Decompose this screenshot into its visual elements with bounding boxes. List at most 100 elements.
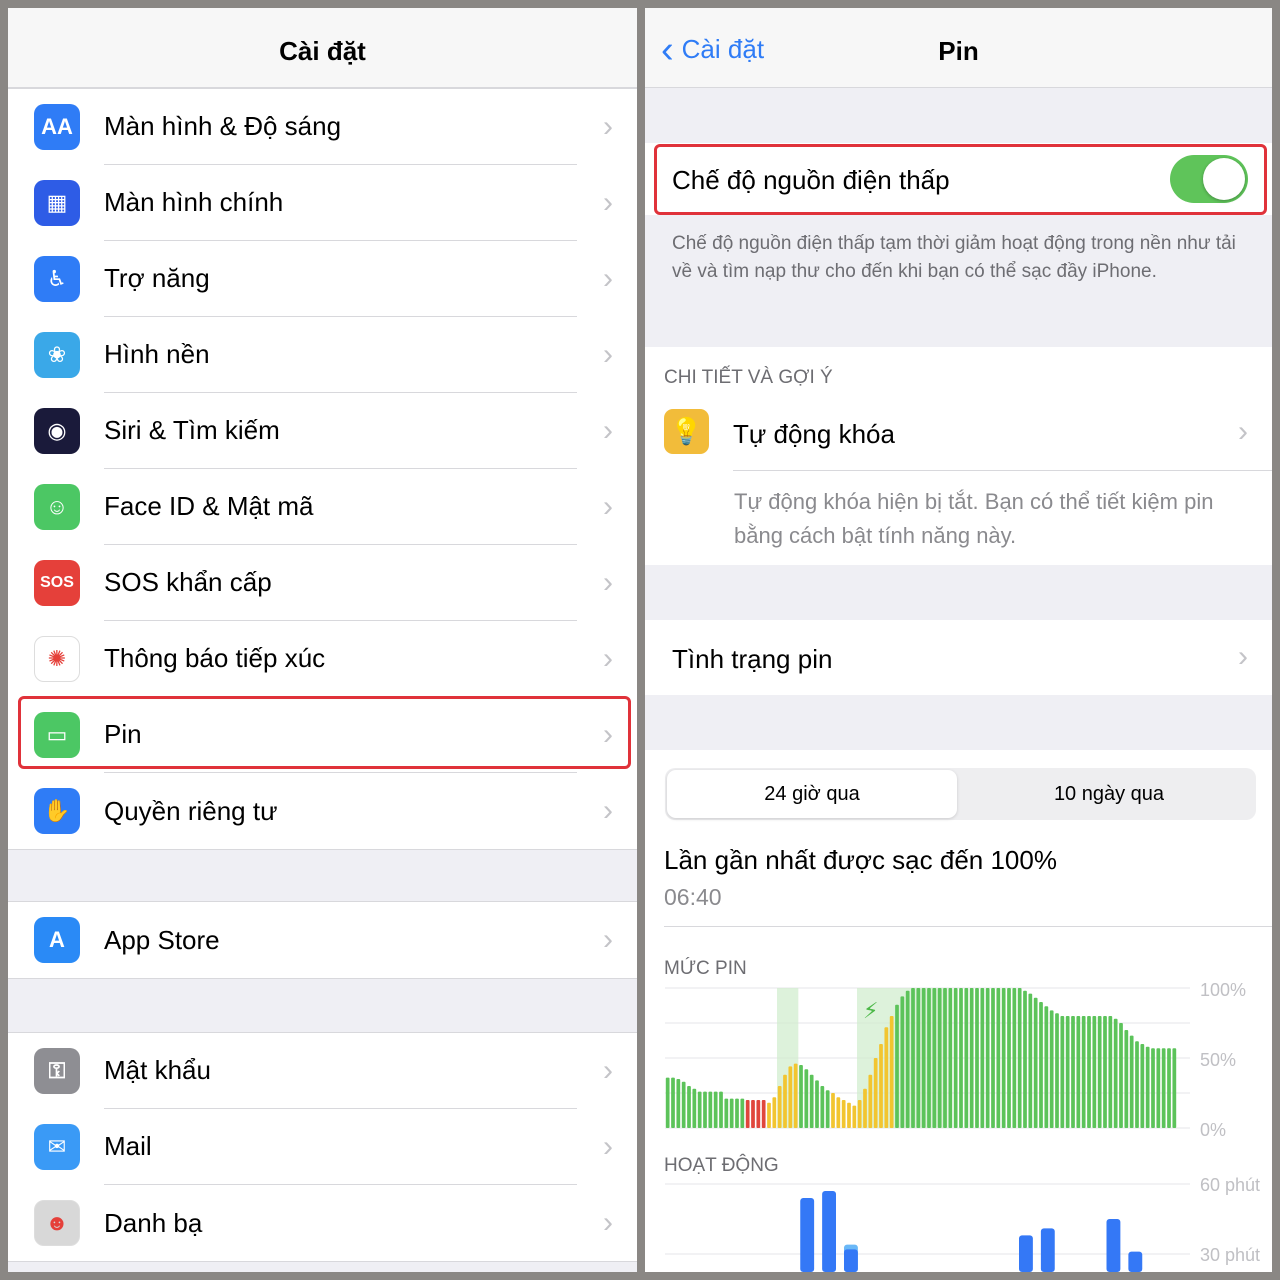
battery-bar	[713, 1091, 718, 1128]
battery-bar	[991, 988, 995, 1128]
battery-bar	[980, 988, 985, 1128]
battery-bar	[777, 1086, 782, 1128]
battery-bar	[831, 1093, 835, 1128]
battery-bar	[905, 990, 910, 1128]
activity-bar-screen-on	[822, 1191, 836, 1272]
battery-bar	[719, 1091, 723, 1128]
chevron-right-icon: ›	[603, 186, 613, 219]
battery-bar	[671, 1077, 675, 1128]
battery-bar	[804, 1069, 809, 1128]
settings-item-label: Màn hình chính	[104, 187, 284, 217]
battery-bar	[1065, 1016, 1070, 1128]
chevron-right-icon: ›	[603, 566, 613, 599]
battery-bar	[1039, 1002, 1043, 1128]
settings-item-display-brightness[interactable]: AA Màn hình & Độ sáng ›	[8, 89, 637, 165]
battery-bar	[959, 988, 963, 1128]
battery-bar	[1092, 1016, 1097, 1128]
battery-bar	[1097, 1016, 1102, 1128]
settings-item-label: Mail	[104, 1131, 152, 1161]
battery-bar	[1167, 1048, 1171, 1128]
insights-section: CHI TIẾT VÀ GỢI Ý 💡 Tự động khóa › Tự độ…	[645, 347, 1272, 565]
battery-bar	[836, 1097, 841, 1128]
settings-item-exposure-notification[interactable]: ✺ Thông báo tiếp xúc ›	[8, 621, 637, 697]
battery-bar	[1007, 988, 1011, 1128]
battery-bar	[879, 1044, 883, 1128]
settings-item-label: Trợ năng	[104, 263, 210, 293]
highlight-pin	[18, 696, 631, 769]
battery-bar	[793, 1063, 798, 1128]
auto-lock-label: Tự động khóa	[733, 419, 895, 449]
battery-bar	[767, 1102, 771, 1128]
battery-bar	[1060, 1016, 1065, 1128]
app-store-icon: A	[34, 917, 80, 963]
wallpaper-icon: ❀	[34, 332, 80, 378]
settings-item-app-store[interactable]: A App Store ›	[8, 902, 637, 978]
battery-bar	[847, 1102, 851, 1128]
settings-item-privacy-hand[interactable]: ✋ Quyền riêng tư ›	[8, 773, 637, 849]
settings-item-siri[interactable]: ◉ Siri & Tìm kiếm ›	[8, 393, 637, 469]
battery-bar	[969, 988, 974, 1128]
passwords-key-icon: ⚿	[34, 1048, 80, 1094]
activity-chart: 60 phút 30 phút	[665, 1175, 1260, 1272]
settings-item-passwords-key[interactable]: ⚿ Mật khẩu ›	[8, 1033, 637, 1109]
settings-item-home-screen[interactable]: ▦ Màn hình chính ›	[8, 165, 637, 241]
settings-group: A App Store ›	[8, 901, 637, 979]
face-id-icon: ☺	[34, 484, 80, 530]
battery-bar	[729, 1098, 734, 1128]
battery-bar	[735, 1098, 739, 1128]
activity-bar-screen-on	[1019, 1235, 1033, 1272]
battery-bar	[788, 1066, 793, 1128]
battery-bar	[1071, 1016, 1075, 1128]
battery-bar	[953, 988, 958, 1128]
battery-bar	[1076, 1016, 1081, 1128]
contacts-icon: ☻	[34, 1200, 80, 1246]
battery-bar	[815, 1080, 819, 1128]
battery-bar	[687, 1086, 691, 1128]
battery-bar	[1081, 1016, 1086, 1128]
battery-bar	[697, 1091, 702, 1128]
settings-item-accessibility[interactable]: ♿ Trợ năng ›	[8, 241, 637, 317]
settings-item-label: Siri & Tìm kiếm	[104, 415, 280, 445]
nav-bar: Cài đặt	[8, 8, 637, 88]
settings-item-face-id[interactable]: ☺ Face ID & Mật mã ›	[8, 469, 637, 545]
activity-bar-screen-on	[800, 1198, 815, 1272]
chevron-right-icon: ›	[1238, 640, 1248, 673]
battery-bar	[724, 1098, 729, 1128]
auto-lock-row[interactable]: Tự động khóa ›	[733, 397, 1272, 471]
settings-item-wallpaper[interactable]: ❀ Hình nền ›	[8, 317, 637, 393]
settings-item-sos[interactable]: SOS SOS khẩn cấp ›	[8, 545, 637, 621]
battery-health-row[interactable]: Tình trạng pin ›	[645, 620, 1272, 695]
battery-bar	[900, 996, 905, 1128]
battery-bar	[868, 1074, 873, 1128]
chevron-right-icon: ›	[603, 262, 613, 295]
tab-24h[interactable]: 24 giờ qua	[667, 770, 957, 818]
sos-icon: SOS	[34, 560, 80, 606]
auto-lock-desc: Tự động khóa hiện bị tắt. Bạn có thể tiế…	[734, 489, 1214, 548]
activity-bar-screen-on	[1040, 1228, 1055, 1272]
settings-item-mail[interactable]: ✉ Mail ›	[8, 1109, 637, 1185]
low-power-footer: Chế độ nguồn điện thấp tạm thời giảm hoạ…	[672, 233, 1236, 282]
battery-bar	[1012, 988, 1017, 1128]
battery-bar	[751, 1100, 755, 1128]
battery-bar	[708, 1091, 713, 1128]
battery-bar	[1028, 993, 1033, 1128]
chevron-right-icon: ›	[603, 338, 613, 371]
battery-bar	[783, 1074, 787, 1128]
battery-bar	[1161, 1048, 1166, 1128]
battery-bar	[996, 988, 1001, 1128]
nav-bar: ‹ Cài đặt Pin	[645, 8, 1272, 88]
battery-bar	[884, 1027, 889, 1128]
settings-item-label: Màn hình & Độ sáng	[104, 111, 342, 141]
tab-10d[interactable]: 10 ngày qua	[964, 770, 1254, 818]
battery-bar	[948, 988, 953, 1128]
settings-item-contacts[interactable]: ☻ Danh bạ ›	[8, 1185, 637, 1261]
page-title: Pin	[938, 36, 979, 66]
battery-bar	[1156, 1048, 1161, 1128]
chevron-right-icon: ›	[603, 1054, 613, 1087]
chevron-right-icon: ›	[603, 923, 613, 956]
activity-title: HOẠT ĐỘNG	[664, 1155, 779, 1176]
settings-item-label: Quyền riêng tư	[104, 795, 278, 826]
battery-bar	[740, 1098, 745, 1128]
battery-bar	[943, 988, 947, 1128]
siri-icon: ◉	[34, 408, 80, 454]
